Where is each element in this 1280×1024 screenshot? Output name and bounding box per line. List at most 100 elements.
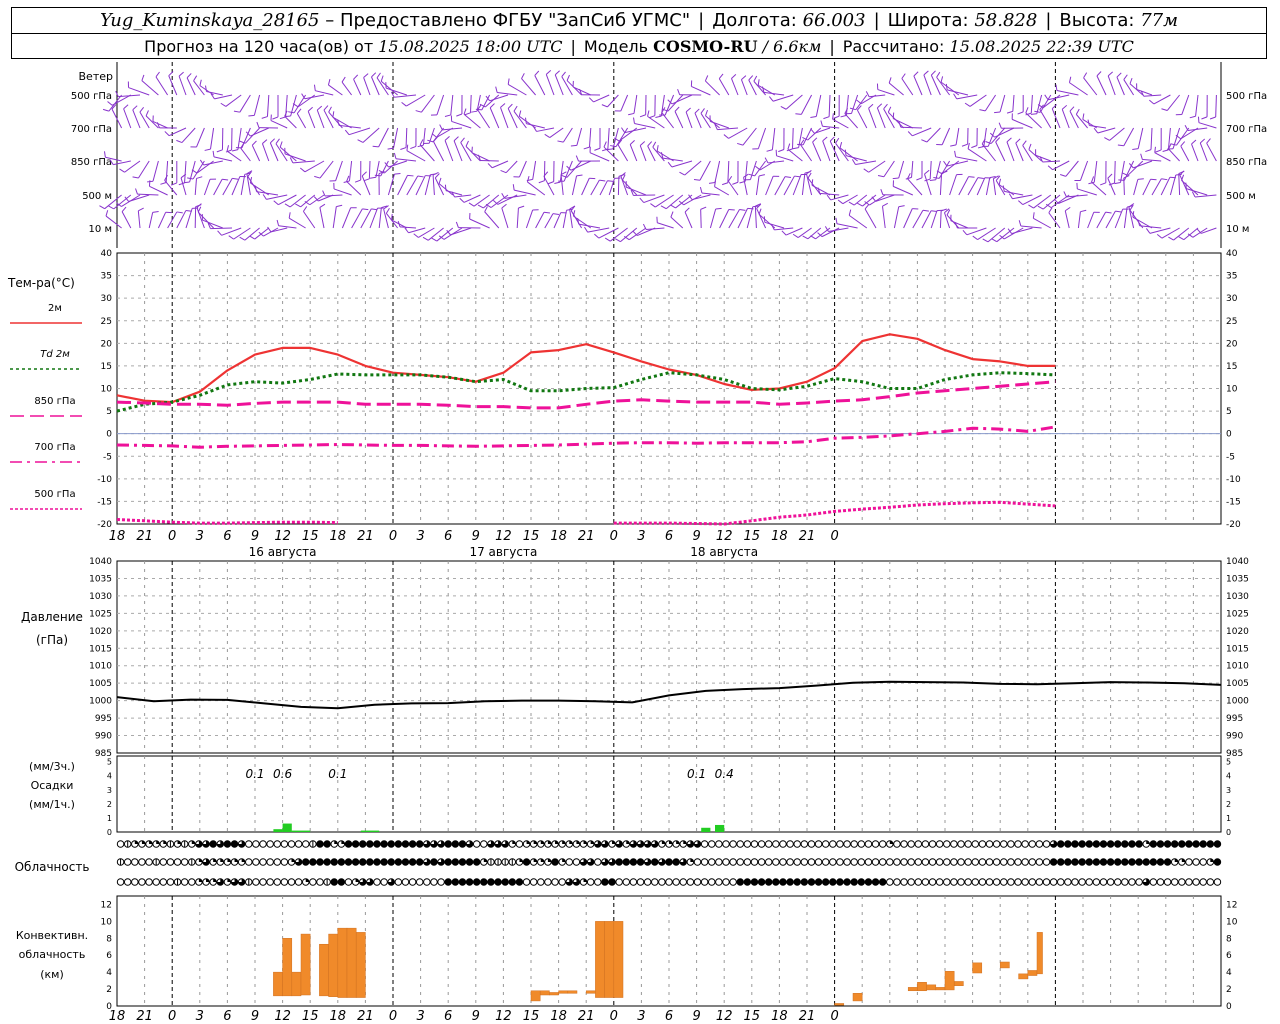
- wind-barb-flag: [518, 205, 525, 209]
- cloud-cover-symbol: [430, 858, 438, 866]
- wind-barb: [445, 190, 463, 196]
- wind-barb-flag: [525, 117, 527, 124]
- wind-barb-flag: [647, 141, 653, 147]
- cloud-cover-symbol: [914, 878, 923, 886]
- wind-barb-flag: [802, 235, 809, 240]
- wind-barb: [714, 186, 730, 196]
- cloud-cover-symbol: [729, 840, 737, 848]
- wind-barb-flag: [231, 149, 239, 152]
- cloud-cover-symbol: [522, 878, 531, 886]
- cloud-cover-symbol: [1092, 858, 1101, 866]
- wind-barb-flag: [1048, 207, 1053, 214]
- hour-tick-label: 21: [578, 1009, 595, 1024]
- cloud-cover-symbol: [423, 878, 431, 886]
- cloud-cover-symbol: [1142, 878, 1150, 886]
- wind-barb: [451, 120, 472, 129]
- cloud-cover-symbol: [501, 878, 509, 886]
- cloud-cover-symbol: [950, 840, 958, 848]
- cloud-cover-symbol: [245, 878, 253, 886]
- cloud-cover-symbol: [337, 858, 346, 866]
- cloud-cover-symbol: [558, 858, 566, 866]
- wind-barb-flag: [316, 105, 323, 111]
- wind-barb-flag: [284, 203, 291, 208]
- hour-tick-label: 3: [637, 1009, 645, 1024]
- cloud-cover-symbol: [323, 840, 331, 848]
- wind-barb-flag: [204, 148, 211, 151]
- cloud-cover-symbol: [985, 840, 994, 848]
- wind-barb-flag: [1082, 113, 1085, 120]
- cloud-cover-symbol: [729, 858, 737, 866]
- hour-tick-label: 18: [330, 1009, 347, 1024]
- cloud-cover-symbol: [166, 878, 175, 886]
- wind-barb-flag: [950, 144, 957, 147]
- pressure-tick-right: 1030: [1226, 592, 1249, 602]
- wind-barb: [460, 142, 472, 162]
- cloud-cover-symbol: [437, 840, 445, 848]
- cloud-cover-symbol: [636, 878, 645, 886]
- wind-barb: [328, 84, 343, 96]
- wind-barb-flag: [1061, 104, 1068, 110]
- wind-barb-flag: [354, 179, 361, 183]
- wind-barb: [239, 94, 251, 113]
- cloud-cover-symbol: [515, 840, 524, 848]
- wind-barb-flag: [196, 176, 203, 179]
- pressure-tick-left: 1020: [89, 627, 112, 637]
- cloud-cover-symbol: [1199, 858, 1207, 866]
- wind-barb-flag: [1018, 220, 1022, 227]
- pressure-tick-right: 1025: [1226, 609, 1249, 619]
- wind-barb: [774, 176, 786, 196]
- hour-tick-label: 12: [716, 529, 733, 544]
- cloud-cover-symbol: [237, 878, 246, 886]
- cloud-cover-symbol: [508, 878, 517, 886]
- wind-barb-flag: [570, 144, 577, 147]
- wind-barb-flag: [332, 111, 335, 118]
- wind-barb: [1109, 127, 1125, 141]
- wind-barb-flag: [186, 73, 192, 79]
- wind-barb-flag: [544, 133, 551, 139]
- convective-cloud-bar: [972, 962, 983, 974]
- wind-barb: [1042, 160, 1061, 163]
- wind-barb: [501, 207, 509, 229]
- wind-barb: [888, 82, 904, 96]
- temperature-tick-left: 10: [101, 385, 113, 395]
- wind-barb: [346, 181, 362, 196]
- precip-tick-left: 0: [107, 828, 112, 837]
- wind-barb: [836, 223, 858, 229]
- wind-barb: [864, 208, 877, 229]
- cloud-cover-symbol: [209, 840, 217, 848]
- wind-barb-flag: [968, 176, 975, 178]
- wind-barb-flag: [583, 146, 590, 150]
- wind-barb-flag: [880, 188, 884, 195]
- hour-tick-label: 18: [550, 1009, 567, 1024]
- wind-barb: [814, 127, 831, 134]
- cloud-cover-symbol: [1121, 878, 1129, 886]
- cloud-cover-symbol: [1085, 858, 1093, 866]
- wind-barb-flag: [700, 206, 707, 210]
- cloud-cover-symbol: [1113, 840, 1122, 848]
- wind-barb-flag: [649, 115, 656, 119]
- wind-barb: [388, 160, 407, 168]
- convective-cloud-bar: [999, 961, 1010, 969]
- wind-barb: [348, 127, 371, 136]
- wind-barb-flag: [415, 110, 422, 113]
- wind-barb-flag: [835, 137, 840, 144]
- cloud-cover-symbol: [387, 878, 395, 886]
- wind-barb: [926, 127, 941, 143]
- wind-barb: [992, 178, 997, 196]
- precip-3h-total: 0.1: [687, 767, 706, 781]
- wind-barb-flag: [1069, 106, 1075, 112]
- wind-barb: [514, 189, 536, 196]
- precip-3h-total: 0.1: [328, 767, 347, 781]
- wind-barb: [607, 94, 619, 108]
- cloud-cover-symbol: [878, 858, 887, 866]
- temperature-tick-right: -10: [1226, 475, 1241, 485]
- wind-barb-flag: [394, 173, 401, 175]
- wind-barb: [744, 160, 748, 182]
- wind-barb: [1061, 109, 1070, 129]
- wind-barb-flag: [588, 97, 594, 103]
- cloud-cover-symbol: [472, 878, 481, 886]
- wind-barb-flag: [363, 73, 369, 78]
- wind-level-label-right: 500 гПа: [1226, 91, 1267, 102]
- cloud-cover-symbol: [423, 840, 431, 848]
- wind-barb-flag: [178, 182, 185, 186]
